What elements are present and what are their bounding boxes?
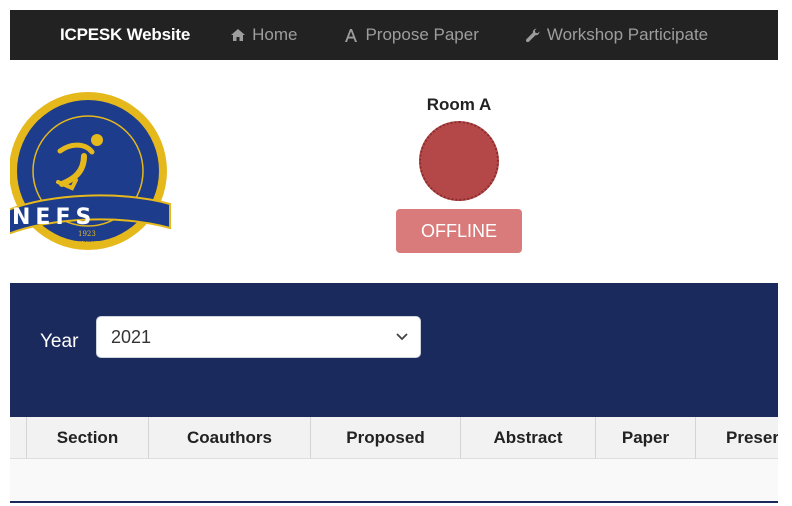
nav-home[interactable]: Home	[230, 25, 297, 45]
year-select[interactable]: 2021	[96, 316, 421, 358]
brand-link[interactable]: ICPESK Website	[60, 25, 190, 45]
svg-text:BUCURESTI: BUCURESTI	[62, 241, 101, 248]
table-header: Section Coauthors Proposed Abstract Pape…	[10, 417, 778, 459]
home-icon	[230, 28, 246, 42]
year-label: Year	[40, 331, 79, 352]
page-gutter-left	[0, 0, 10, 506]
svg-text:NEFS: NEFS	[12, 205, 96, 230]
column-header-presentation[interactable]: Preser	[696, 417, 778, 459]
page-gutter-right	[778, 0, 792, 506]
filter-band: Year 2021	[10, 283, 778, 417]
room-status-card: Room A OFFLINE	[396, 92, 522, 253]
wrench-icon	[525, 27, 541, 43]
nav-workshop-participate-label: Workshop Participate	[546, 25, 709, 44]
nav-workshop-participate[interactable]: Workshop Participate	[525, 25, 708, 45]
svg-text:1923: 1923	[78, 230, 96, 238]
column-header-proposed[interactable]: Proposed	[311, 417, 461, 459]
column-header-coauthors[interactable]: Coauthors	[149, 417, 311, 459]
chevron-down-icon	[396, 317, 408, 371]
font-icon	[343, 27, 359, 43]
nav-home-label: Home	[252, 25, 298, 44]
column-header-section[interactable]: Section	[27, 417, 149, 459]
table-row	[10, 459, 778, 501]
divider	[10, 501, 778, 503]
column-header	[10, 417, 27, 459]
nav-propose-paper-label: Propose Paper	[365, 25, 479, 44]
offline-button[interactable]: OFFLINE	[396, 209, 522, 253]
column-header-abstract[interactable]: Abstract	[461, 417, 596, 459]
page: ICPESK Website Home Propose Paper Worksh…	[0, 0, 792, 506]
unefs-logo: NEFS 1923 BUCURESTI	[0, 76, 172, 266]
status-indicator	[419, 121, 499, 201]
room-title: Room A	[426, 95, 492, 114]
top-navbar: ICPESK Website Home Propose Paper Worksh…	[10, 10, 778, 60]
column-header-paper[interactable]: Paper	[596, 417, 696, 459]
nav-propose-paper[interactable]: Propose Paper	[343, 25, 479, 45]
year-select-value: 2021	[111, 327, 152, 347]
